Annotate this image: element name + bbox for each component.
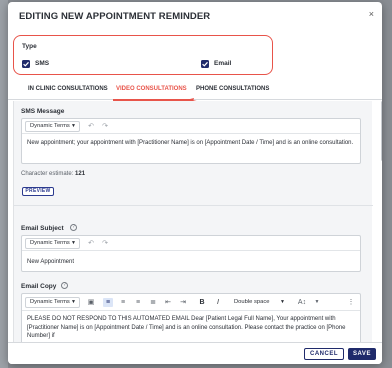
sms-message-label: SMS Message [21,108,65,115]
dropdown-label: Dynamic Terms [30,123,70,129]
line-spacing-dropdown[interactable]: Double space ▼ [229,297,289,308]
more-options-icon[interactable]: ⋮ [346,298,356,307]
char-estimate-value: 121 [75,171,86,177]
undo-icon[interactable]: ↶ [86,122,96,131]
outdent-icon[interactable]: ⇤ [163,298,173,307]
bold-icon[interactable]: B [197,298,207,307]
sms-body-text[interactable]: New appointment; your appointment with [… [27,139,357,148]
redo-icon[interactable]: ↷ [100,122,110,131]
undo-icon[interactable]: ↶ [86,239,96,248]
dynamic-terms-dropdown[interactable]: Dynamic Terms ▼ [25,121,80,132]
dropdown-label: Dynamic Terms [30,240,70,246]
sms-editor[interactable]: Dynamic Terms ▼ ↶ ↷ New appointment; your… [21,118,361,164]
close-icon[interactable]: × [369,9,374,19]
backdrop [0,0,8,368]
email-copy-toolbar: Dynamic Terms ▼ ▣ ≡ ≡ ≡ ≣ ⇤ ⇥ B I Double … [22,294,360,311]
email-subject-label: Email Subject [21,225,64,232]
italic-icon[interactable]: I [213,298,223,307]
image-icon[interactable]: ▣ [86,298,96,307]
save-button[interactable]: SAVE [348,348,376,360]
chevron-down-icon: ▼ [71,299,76,305]
preview-button[interactable]: PREVIEW [22,187,54,196]
appointment-reminder-modal: EDITING NEW APPOINTMENT REMINDER × Type … [8,2,382,364]
modal-header: EDITING NEW APPOINTMENT REMINDER × [8,2,382,30]
dynamic-terms-dropdown[interactable]: Dynamic Terms ▼ [25,297,80,308]
align-center-icon[interactable]: ≡ [118,298,128,307]
font-size-icon[interactable]: A↕ [294,298,310,307]
email-copy-text[interactable]: PLEASE DO NOT RESPOND TO THIS AUTOMATED … [27,315,359,341]
email-subject-text[interactable]: New Appointment [27,258,74,267]
modal-title: EDITING NEW APPOINTMENT REMINDER [19,11,211,22]
scrollbar[interactable] [381,101,382,161]
email-subject-toolbar: Dynamic Terms ▼ ↶ ↷ [22,236,360,251]
video-consultation-panel: SMS Message Dynamic Terms ▼ ↶ ↷ New appoi… [13,101,382,345]
chevron-down-icon: ▼ [71,123,76,129]
cancel-button[interactable]: CANCEL [304,348,344,360]
modal-body: Type SMS Email IN CLINIC CONSULTATIONS V… [8,30,382,345]
character-estimate: Character estimate: 121 [21,171,85,177]
redo-icon[interactable]: ↷ [100,239,110,248]
align-left-icon[interactable]: ≡ [103,298,113,307]
chevron-down-icon[interactable]: ▼ [312,298,322,307]
sms-toolbar: Dynamic Terms ▼ ↶ ↷ [22,119,360,134]
help-icon[interactable]: ? [70,224,77,231]
email-copy-editor[interactable]: Dynamic Terms ▼ ▣ ≡ ≡ ≡ ≣ ⇤ ⇥ B I Double … [21,293,361,345]
email-subject-editor[interactable]: Dynamic Terms ▼ ↶ ↷ New Appointment [21,235,361,272]
dropdown-label: Dynamic Terms [30,299,70,305]
chevron-down-icon: ▼ [280,299,285,305]
dynamic-terms-dropdown[interactable]: Dynamic Terms ▼ [25,238,80,249]
section-divider [14,205,373,206]
help-icon[interactable]: ? [61,282,68,289]
spacing-label: Double space [234,299,270,305]
align-right-icon[interactable]: ≡ [133,298,143,307]
align-justify-icon[interactable]: ≣ [148,298,158,307]
indent-icon[interactable]: ⇥ [178,298,188,307]
char-estimate-label: Character estimate: [21,171,74,177]
modal-footer: CANCEL SAVE [8,342,382,364]
email-copy-label: Email Copy [21,283,57,290]
chevron-down-icon: ▼ [71,240,76,246]
